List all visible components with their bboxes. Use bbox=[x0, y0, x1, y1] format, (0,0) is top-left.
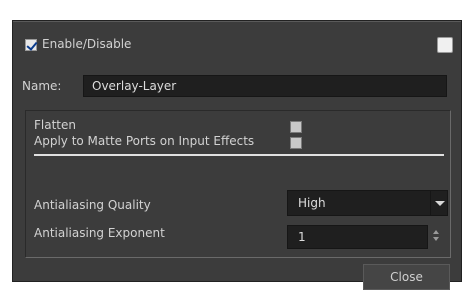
flatten-label: Flatten bbox=[34, 118, 76, 132]
chevron-down-icon[interactable] bbox=[430, 190, 448, 216]
name-label: Name: bbox=[22, 79, 62, 93]
options-divider bbox=[34, 154, 444, 156]
antialiasing-exponent-spinbox[interactable]: 1 bbox=[287, 225, 428, 249]
panel-top-border bbox=[13, 21, 461, 22]
antialiasing-quality-dropdown[interactable]: High bbox=[287, 190, 431, 216]
layer-color-swatch[interactable] bbox=[437, 37, 453, 53]
layer-properties-panel: Enable/Disable Name: Overlay-Layer Flatt… bbox=[12, 20, 462, 290]
enable-disable-label: Enable/Disable bbox=[42, 37, 132, 51]
spin-down-icon[interactable] bbox=[433, 237, 439, 241]
close-button[interactable]: Close bbox=[363, 264, 450, 290]
spin-up-icon[interactable] bbox=[433, 230, 439, 234]
spin-arrows-icon[interactable] bbox=[432, 225, 442, 247]
flatten-checkbox[interactable] bbox=[290, 121, 302, 133]
antialiasing-quality-label: Antialiasing Quality bbox=[34, 198, 151, 212]
apply-matte-label: Apply to Matte Ports on Input Effects bbox=[34, 134, 255, 148]
options-group: Flatten Apply to Matte Ports on Input Ef… bbox=[25, 110, 451, 258]
antialiasing-exponent-label: Antialiasing Exponent bbox=[34, 226, 165, 240]
enable-disable-checkbox[interactable] bbox=[25, 39, 37, 51]
name-input[interactable]: Overlay-Layer bbox=[83, 75, 447, 97]
apply-matte-checkbox[interactable] bbox=[290, 137, 302, 149]
